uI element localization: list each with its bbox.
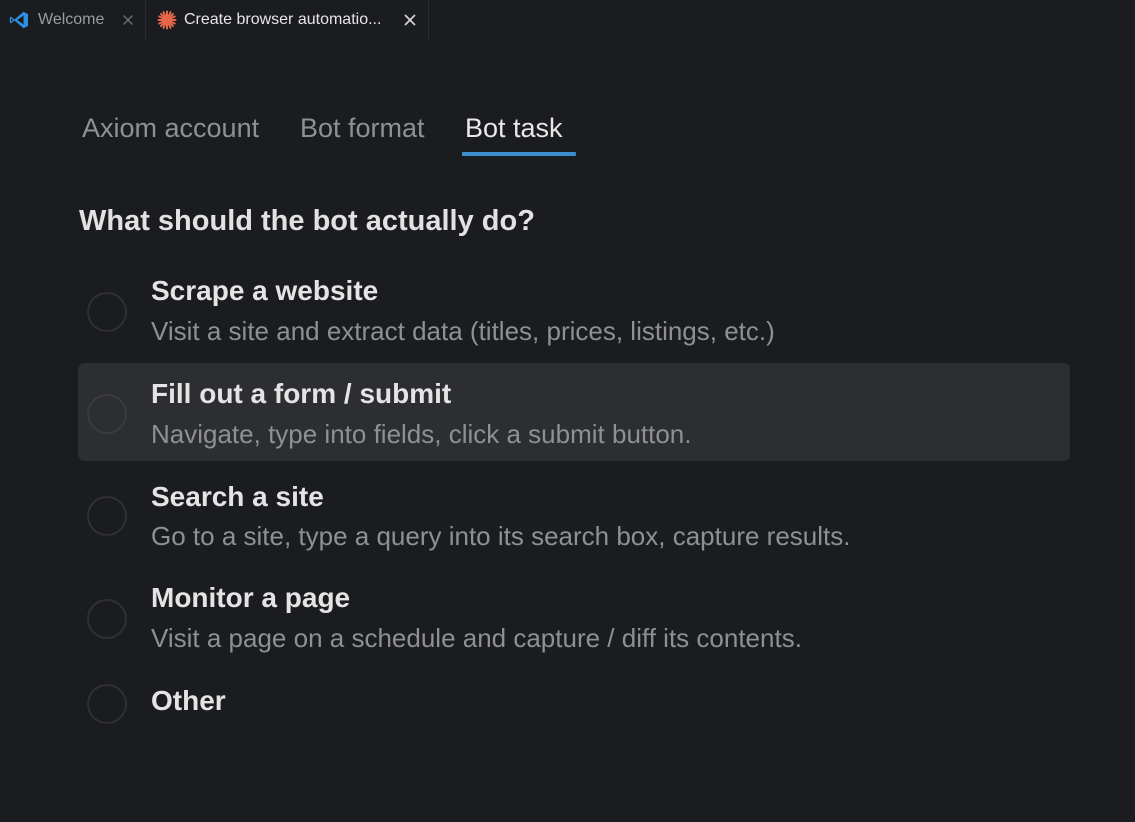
- tab-create-browser-automation-label: Create browser automatio...: [184, 11, 382, 28]
- option-fill-form[interactable]: Fill out a form / submit Navigate, type …: [78, 363, 1070, 461]
- question-heading: What should the bot actually do?: [79, 205, 535, 237]
- tab-welcome[interactable]: Welcome: [0, 0, 146, 40]
- radio-button[interactable]: [87, 292, 127, 332]
- close-icon[interactable]: [402, 12, 418, 28]
- option-title: Other: [151, 685, 226, 716]
- radio-button[interactable]: [87, 496, 127, 536]
- option-monitor-page[interactable]: Monitor a page Visit a page on a schedul…: [78, 568, 1070, 666]
- option-title: Scrape a website: [151, 275, 379, 306]
- editor-tab-bar: Welcome Create browser automatio...: [0, 0, 1135, 40]
- radio-button[interactable]: [87, 684, 127, 724]
- option-description: Visit a page on a schedule and capture /…: [151, 623, 802, 653]
- option-description: Go to a site, type a query into its sear…: [151, 521, 851, 551]
- radio-button[interactable]: [87, 599, 127, 639]
- tab-create-browser-automation[interactable]: Create browser automatio...: [146, 0, 429, 40]
- step-bot-task[interactable]: Bot task: [465, 110, 563, 146]
- active-step-indicator: [462, 152, 576, 156]
- close-icon[interactable]: [120, 12, 136, 28]
- radio-button[interactable]: [87, 394, 127, 434]
- step-axiom-account[interactable]: Axiom account: [82, 110, 259, 146]
- sparkle-icon: [157, 10, 177, 30]
- option-title: Fill out a form / submit: [151, 378, 452, 409]
- option-description: Visit a site and extract data (titles, p…: [151, 316, 775, 346]
- option-description: Navigate, type into fields, click a subm…: [151, 419, 692, 449]
- vscode-icon: [9, 11, 29, 29]
- option-other[interactable]: Other: [78, 670, 1070, 740]
- step-bot-format[interactable]: Bot format: [300, 110, 425, 146]
- tab-welcome-label: Welcome: [38, 11, 105, 28]
- option-scrape-website[interactable]: Scrape a website Visit a site and extrac…: [78, 263, 1070, 361]
- option-search-site[interactable]: Search a site Go to a site, type a query…: [78, 466, 1070, 564]
- option-title: Monitor a page: [151, 582, 351, 613]
- option-title: Search a site: [151, 481, 324, 512]
